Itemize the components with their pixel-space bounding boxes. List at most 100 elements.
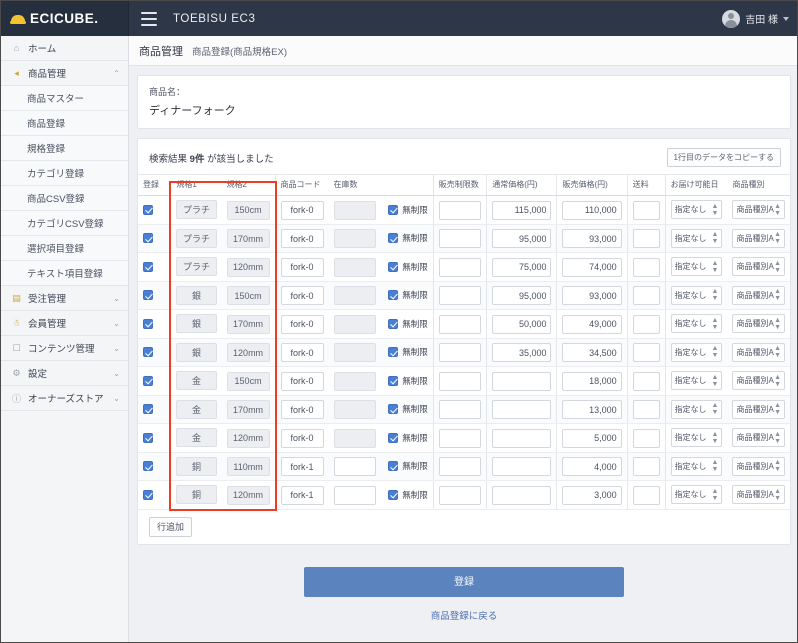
product-type-select[interactable]: 商品種別A ▲ ▼ [732, 342, 785, 362]
stock-input[interactable] [333, 314, 376, 334]
product-code-input[interactable] [280, 229, 324, 248]
sidebar-item-home[interactable]: ⌂ ホーム [1, 36, 128, 61]
product-code-input[interactable] [280, 314, 324, 334]
sidebar-subitem-select-item[interactable]: 選択項目登録 [1, 236, 128, 261]
unlimited-stock-checkbox[interactable] [388, 261, 399, 272]
sale-limit-input[interactable] [438, 485, 482, 505]
sidebar-subitem-category-register[interactable]: カテゴリ登録 [1, 161, 128, 186]
unlimited-stock-checkbox[interactable] [388, 233, 399, 244]
delivery-date-select[interactable]: 指定なし ▲ ▼ [670, 314, 723, 334]
unlimited-stock-checkbox[interactable] [388, 432, 399, 443]
add-row-button[interactable]: 行追加 [149, 516, 193, 537]
sidebar-subitem-spec-register[interactable]: 規格登録 [1, 136, 128, 161]
spec2-input[interactable] [226, 343, 270, 362]
unlimited-stock-checkbox[interactable] [388, 347, 399, 358]
sale-price-input[interactable] [562, 257, 622, 277]
sidebar-subitem-product-register[interactable]: 商品登録 [1, 111, 128, 136]
spec1-input[interactable] [176, 314, 217, 334]
row-register-checkbox[interactable] [143, 461, 153, 472]
spec1-input[interactable] [176, 485, 217, 505]
row-register-checkbox[interactable] [143, 375, 153, 386]
spec2-input[interactable] [226, 428, 270, 448]
spec2-input[interactable] [226, 400, 270, 419]
shipping-input[interactable] [632, 485, 660, 505]
sidebar-item-owners-store[interactable]: ⓘ オーナーズストア ⌄ [1, 386, 128, 411]
product-type-select[interactable]: 商品種別A ▲ ▼ [732, 228, 785, 248]
product-code-input[interactable] [280, 485, 324, 505]
normal-price-input[interactable] [492, 286, 552, 305]
shipping-input[interactable] [632, 229, 660, 248]
delivery-date-select[interactable]: 指定なし ▲ ▼ [670, 399, 723, 419]
normal-price-input[interactable] [492, 314, 552, 334]
sale-price-input[interactable] [562, 343, 622, 362]
normal-price-input[interactable] [492, 485, 552, 505]
sidebar-subitem-category-csv[interactable]: カテゴリCSV登録 [1, 211, 128, 236]
spec1-input[interactable] [176, 285, 217, 305]
back-to-product-register-link[interactable]: 商品登録に戻る [129, 608, 797, 622]
spec2-input[interactable] [226, 257, 270, 277]
sale-price-input[interactable] [562, 200, 622, 220]
unlimited-stock-checkbox[interactable] [388, 375, 399, 386]
shipping-input[interactable] [632, 286, 660, 305]
copy-first-row-button[interactable]: 1行目のデータをコピーする [666, 148, 781, 167]
delivery-date-select[interactable]: 指定なし ▲ ▼ [670, 342, 723, 362]
unlimited-stock-checkbox[interactable] [388, 404, 399, 415]
delivery-date-select[interactable]: 指定なし ▲ ▼ [670, 485, 723, 505]
product-type-select[interactable]: 商品種別A ▲ ▼ [732, 456, 785, 476]
stock-input[interactable] [333, 457, 376, 476]
product-type-select[interactable]: 商品種別A ▲ ▼ [732, 428, 785, 448]
shipping-input[interactable] [632, 343, 660, 362]
product-type-select[interactable]: 商品種別A ▲ ▼ [732, 257, 785, 277]
sale-limit-input[interactable] [438, 400, 482, 419]
row-register-checkbox[interactable] [143, 261, 153, 272]
stock-input[interactable] [333, 200, 376, 220]
normal-price-input[interactable] [492, 400, 552, 419]
unlimited-stock-checkbox[interactable] [388, 461, 399, 472]
spec2-input[interactable] [226, 200, 270, 220]
delivery-date-select[interactable]: 指定なし ▲ ▼ [670, 200, 723, 220]
sidebar-subitem-product-master[interactable]: 商品マスター [1, 86, 128, 111]
spec1-input[interactable] [176, 257, 217, 277]
delivery-date-select[interactable]: 指定なし ▲ ▼ [670, 228, 723, 248]
unlimited-stock-checkbox[interactable] [388, 318, 399, 329]
row-register-checkbox[interactable] [143, 233, 153, 244]
row-register-checkbox[interactable] [143, 404, 153, 415]
shipping-input[interactable] [632, 314, 660, 334]
shipping-input[interactable] [632, 428, 660, 448]
product-type-select[interactable]: 商品種別A ▲ ▼ [732, 285, 785, 305]
stock-input[interactable] [333, 343, 376, 362]
row-register-checkbox[interactable] [143, 204, 153, 215]
sale-limit-input[interactable] [438, 314, 482, 334]
shipping-input[interactable] [632, 257, 660, 277]
spec1-input[interactable] [176, 428, 217, 448]
row-register-checkbox[interactable] [143, 432, 153, 443]
sidebar-item-product[interactable]: ◂ 商品管理 ⌃ [1, 61, 128, 86]
sale-limit-input[interactable] [438, 428, 482, 448]
spec1-input[interactable] [176, 456, 217, 476]
sale-price-input[interactable] [562, 485, 622, 505]
product-type-select[interactable]: 商品種別A ▲ ▼ [732, 399, 785, 419]
unlimited-stock-checkbox[interactable] [388, 489, 399, 500]
spec2-input[interactable] [226, 229, 270, 248]
sale-price-input[interactable] [562, 371, 622, 391]
sale-price-input[interactable] [562, 286, 622, 305]
stock-input[interactable] [333, 257, 376, 277]
normal-price-input[interactable] [492, 257, 552, 277]
sale-price-input[interactable] [562, 457, 622, 476]
unlimited-stock-checkbox[interactable] [388, 290, 399, 301]
shipping-input[interactable] [632, 371, 660, 391]
product-code-input[interactable] [280, 400, 324, 419]
product-code-input[interactable] [280, 343, 324, 362]
sale-limit-input[interactable] [438, 371, 482, 391]
product-type-select[interactable]: 商品種別A ▲ ▼ [732, 200, 785, 220]
row-register-checkbox[interactable] [143, 489, 153, 500]
spec1-input[interactable] [176, 228, 217, 248]
sale-limit-input[interactable] [438, 343, 482, 362]
spec2-input[interactable] [226, 314, 270, 334]
unlimited-stock-checkbox[interactable] [388, 204, 399, 215]
stock-input[interactable] [333, 371, 376, 391]
sidebar-item-content[interactable]: ☐ コンテンツ管理 ⌄ [1, 336, 128, 361]
spec1-input[interactable] [176, 371, 217, 391]
delivery-date-select[interactable]: 指定なし ▲ ▼ [670, 428, 723, 448]
sale-price-input[interactable] [562, 314, 622, 334]
